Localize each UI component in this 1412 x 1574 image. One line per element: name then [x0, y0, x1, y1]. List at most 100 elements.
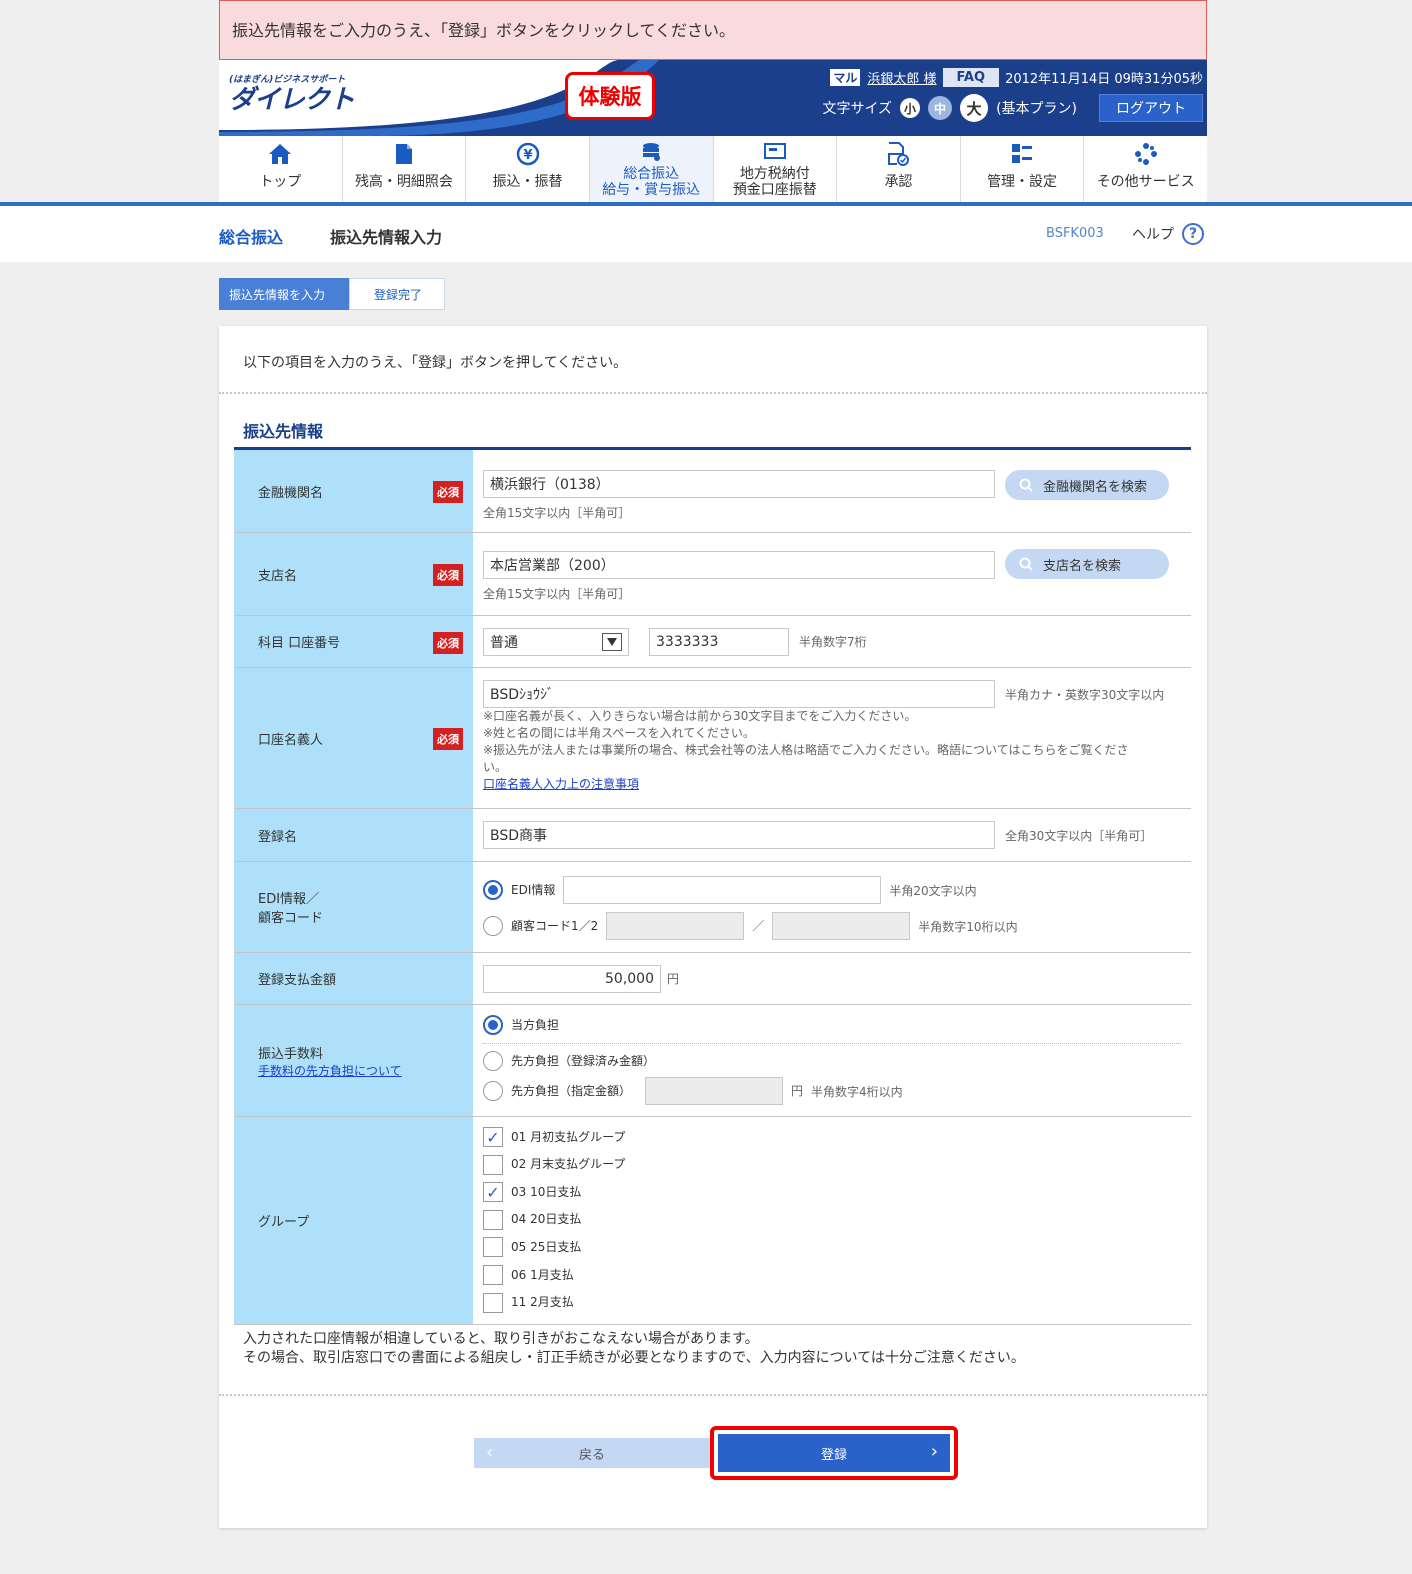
group-checkbox[interactable]: ✓ [483, 1182, 503, 1203]
nav-label: その他サービス [1096, 174, 1195, 190]
nav-transfer[interactable]: ¥ 振込・振替 [466, 136, 590, 202]
field-label: 口座名義人 必須 [234, 668, 473, 808]
group-checkbox[interactable] [483, 1154, 503, 1175]
customer-code1-input[interactable] [606, 912, 745, 940]
nav-label-line2: 預金口座振替 [732, 182, 817, 198]
customer-code-radio[interactable] [483, 916, 503, 936]
group-label: 06 1月支払 [511, 1267, 574, 1282]
nav-approval[interactable]: 承認 [837, 136, 961, 202]
fee-option-specified: 先方負担（指定金額） 円 半角数字4桁以内 [483, 1077, 903, 1105]
form-card: 以下の項目を入力のうえ、「登録」ボタンを押してください。 振込先情報 金融機関名… [219, 326, 1207, 1528]
holder-caution-link[interactable]: 口座名義人入力上の注意事項 [483, 776, 1173, 793]
register-button[interactable]: 登録 › [718, 1434, 950, 1472]
nav-top[interactable]: トップ [219, 136, 343, 202]
fee-specified-radio[interactable] [483, 1081, 503, 1101]
tax-icon [763, 142, 787, 162]
search-icon [1019, 557, 1033, 571]
plan-label: (基本プラン) [996, 101, 1077, 117]
intro-text: 以下の項目を入力のうえ、「登録」ボタンを押してください。 [243, 355, 628, 371]
customer-code-hint: 半角数字10桁以内 [918, 919, 1018, 934]
bank-search-button[interactable]: 金融機関名を検索 [1005, 470, 1169, 500]
back-button[interactable]: ‹ 戻る [474, 1438, 710, 1468]
field-label: 金融機関名 必須 [234, 450, 473, 532]
registration-name-input[interactable]: BSD商事 [483, 821, 995, 849]
amount-unit: 円 [667, 972, 680, 986]
fee-own-radio[interactable] [483, 1015, 503, 1035]
customer-code2-input[interactable] [772, 912, 911, 940]
edi-radio[interactable] [483, 880, 503, 900]
group-item: ✓ 01 月初支払グループ [483, 1127, 625, 1147]
amount-input[interactable]: 50,000 [483, 965, 661, 993]
nav-label: 振込・振替 [492, 174, 563, 190]
breadcrumb-bulk-transfer[interactable]: 総合振込 [219, 224, 283, 248]
progress-steps: 振込先情報を入力 登録完了 [219, 278, 445, 310]
current-datetime: 2012年11月14日 09時31分05秒 [1005, 72, 1203, 87]
logo-title: ダイレクト [229, 85, 355, 115]
bank-name-input[interactable]: 横浜銀行（0138） [483, 470, 995, 498]
account-number-input[interactable]: 3333333 [649, 628, 789, 656]
logo[interactable]: (はまぎん)ビジネスサポート ダイレクト [229, 72, 355, 115]
account-holder-input[interactable]: BSDｼｮｳｼﾞ [483, 680, 995, 708]
nav-label: 残高・明細照会 [354, 174, 453, 190]
page-title-bar: 総合振込 振込先情報入力 BSFK003 ヘルプ? [0, 206, 1412, 262]
group-item: 11 2月支払 [483, 1292, 574, 1313]
holder-note: ※口座名義が長く、入りきらない場合は前から30文字目までをご入力ください。 [483, 709, 917, 723]
section-title: 振込先情報 [243, 422, 324, 441]
group-label: 04 20日支払 [511, 1212, 582, 1227]
group-checkbox[interactable] [483, 1237, 503, 1258]
group-checkbox[interactable] [483, 1292, 503, 1313]
user-name-link[interactable]: 浜銀太郎 様 [867, 68, 936, 87]
nav-bulk-transfer[interactable]: 総合振込 給与・賞与振込 [589, 136, 714, 202]
group-item: 06 1月支払 [483, 1265, 574, 1285]
fee-amount-input[interactable] [645, 1077, 784, 1105]
nav-label-line2: 給与・賞与振込 [602, 182, 701, 198]
customer-code-row: 顧客コード1／2 ／ 半角数字10桁以内 [483, 912, 1018, 940]
field-label: グループ [234, 1117, 473, 1324]
field-label: 登録名 [234, 809, 473, 861]
font-size-large-button[interactable]: 大 [960, 94, 989, 122]
row-bank: 金融機関名 必須 横浜銀行（0138） 全角15文字以内［半角可］ 金融機関名を検… [234, 450, 1191, 533]
nav-balance[interactable]: 残高・明細照会 [343, 136, 467, 202]
group-label: 03 10日支払 [511, 1184, 582, 1199]
fee-option-registered: 先方負担（登録済み金額） [483, 1051, 655, 1071]
nav-local-tax[interactable]: 地方税納付 預金口座振替 [714, 136, 838, 202]
site-header: (はまぎん)ビジネスサポート ダイレクト 体験版 マル 浜銀太郎 様 FAQ 2… [219, 60, 1207, 136]
main-nav: トップ 残高・明細照会 ¥ 振込・振替 総合振込 給与・賞与振込 地方税納付 預金口… [219, 136, 1207, 202]
row-fee: 振込手数料 手数料の先方負担について 当方負担 先方負担（登録済み金額） 先方負担… [234, 1005, 1191, 1117]
font-size-small-button[interactable]: 小 [900, 98, 921, 118]
required-badge: 必須 [433, 631, 463, 654]
branch-search-button[interactable]: 支店名を検索 [1005, 549, 1169, 579]
fee-registered-radio[interactable] [483, 1051, 503, 1071]
group-item: 04 20日支払 [483, 1209, 582, 1230]
nav-other-services[interactable]: その他サービス [1084, 136, 1207, 202]
bank-mark-icon: マル [829, 68, 862, 87]
nav-label: 承認 [884, 174, 913, 190]
fee-info-link[interactable]: 手数料の先方負担について [258, 1062, 473, 1079]
fee-registered-label: 先方負担（登録済み金額） [511, 1053, 656, 1068]
chevron-down-icon [602, 633, 622, 651]
help-button[interactable]: ヘルプ? [1118, 222, 1204, 246]
group-checkbox[interactable]: ✓ [483, 1127, 503, 1147]
branch-name-input[interactable]: 本店営業部（200） [483, 551, 995, 579]
group-checkbox[interactable] [483, 1265, 503, 1285]
group-label: 01 月初支払グループ [511, 1129, 626, 1144]
account-type-select[interactable]: 普通 [483, 628, 629, 656]
caution-notes: 入力された口座情報が相違していると、取り引きがおこなえない場合があります。 その… [243, 1330, 1025, 1368]
logo-subtitle: (はまぎん)ビジネスサポート [229, 75, 346, 85]
edi-input[interactable] [563, 876, 882, 904]
group-checkbox[interactable] [483, 1209, 503, 1230]
required-badge: 必須 [433, 728, 463, 750]
field-label: 支店名 必須 [234, 533, 473, 615]
customer-code-separator: ／ [752, 918, 765, 933]
nav-settings[interactable]: 管理・設定 [961, 136, 1085, 202]
edi-option-row: EDI情報 半角20文字以内 [483, 876, 977, 904]
caution-line: 入力された口座情報が相違していると、取り引きがおこなえない場合があります。 [243, 1331, 759, 1347]
faq-button[interactable]: FAQ [942, 68, 1000, 87]
row-branch: 支店名 必須 本店営業部（200） 全角15文字以内［半角可］ 支店名を検索 [234, 533, 1191, 616]
group-checkbox-list: ✓ 01 月初支払グループ 02 月末支払グループ ✓ 03 10日支払 04 20日支払… [473, 1117, 1191, 1324]
font-size-medium-button[interactable]: 中 [928, 96, 953, 120]
fee-unit: 円 [791, 1083, 804, 1098]
fee-option-own: 当方負担 [483, 1015, 559, 1035]
logout-button[interactable]: ログアウト [1099, 94, 1203, 122]
settings-icon [1010, 142, 1034, 166]
